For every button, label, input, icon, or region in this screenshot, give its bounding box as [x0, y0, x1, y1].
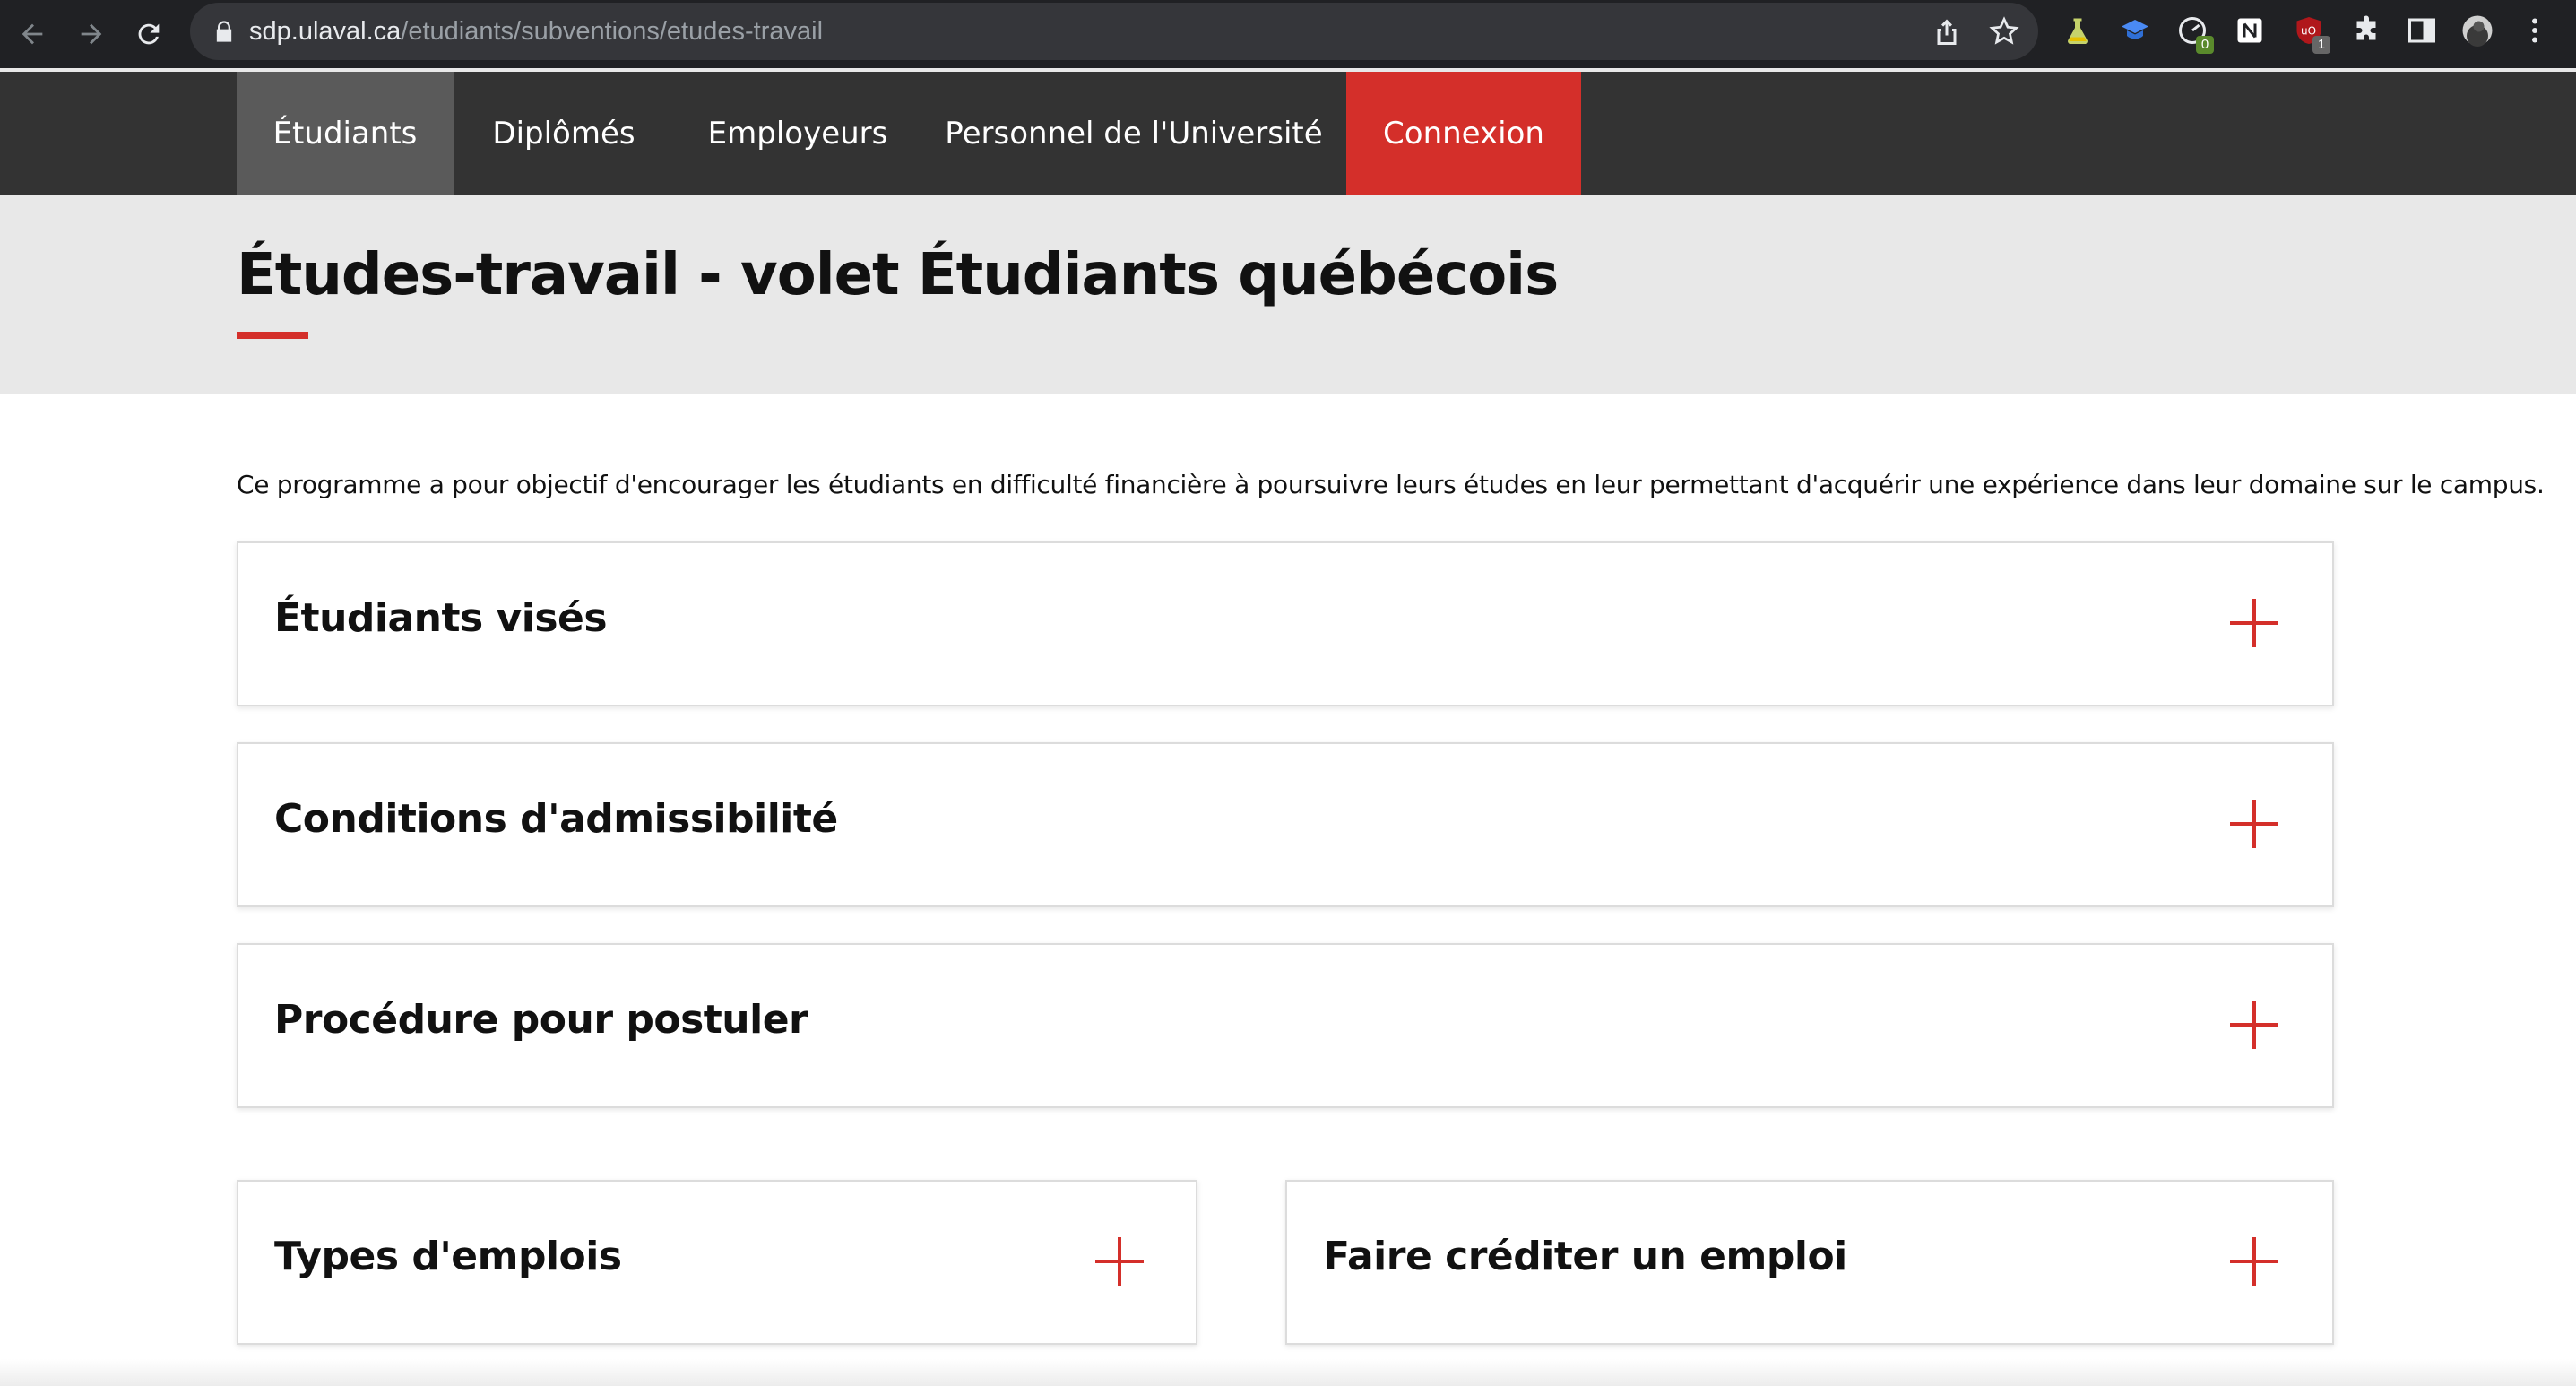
accordion-conditions[interactable]: Conditions d'admissibilité [237, 742, 2334, 907]
accordion-etudiants-vises[interactable]: Étudiants visés [237, 541, 2334, 706]
reload-icon [138, 23, 160, 45]
accordion-procedure[interactable]: Procédure pour postuler [237, 943, 2334, 1108]
accordion-types-emplois[interactable]: Types d'emplois [237, 1180, 1197, 1345]
login-button[interactable]: Connexion [1346, 72, 1581, 195]
graduation-cap-extension-icon[interactable] [2117, 13, 2153, 48]
page-bottom-shadow [0, 1359, 2576, 1386]
nav-item-employeurs[interactable]: Employeurs [674, 72, 921, 195]
share-icon[interactable] [1931, 15, 1963, 48]
url-text: sdp.ulaval.ca/etudiants/subventions/etud… [249, 17, 824, 46]
page-header: Études-travail - volet Étudiants québéco… [0, 195, 2576, 394]
plus-icon[interactable] [2230, 599, 2278, 647]
title-accent-bar [237, 332, 308, 339]
forward-button[interactable] [68, 11, 115, 57]
reload-button[interactable] [125, 11, 172, 57]
extension-badge: 1 [2312, 36, 2330, 54]
extension-badge: 0 [2196, 36, 2214, 54]
accordion-title: Conditions d'admissibilité [274, 796, 838, 842]
arrow-left-icon [22, 23, 43, 45]
more-menu-icon[interactable] [2517, 13, 2553, 48]
lock-icon [216, 21, 232, 42]
nav-item-diplomes[interactable]: Diplômés [454, 72, 674, 195]
accordion-title: Faire créditer un emploi [1323, 1234, 1847, 1279]
intro-text: Ce programme a pour objectif d'encourage… [237, 470, 2545, 499]
back-button[interactable] [9, 11, 56, 57]
ublock-extension-icon[interactable]: uO 1 [2291, 13, 2330, 54]
gauge-extension-icon[interactable]: 0 [2174, 13, 2214, 54]
nav-item-etudiants[interactable]: Étudiants [237, 72, 454, 195]
accordion-title: Procédure pour postuler [274, 997, 808, 1043]
browser-toolbar: sdp.ulaval.ca/etudiants/subventions/etud… [0, 0, 2576, 70]
plus-icon[interactable] [2230, 1237, 2278, 1286]
accordion-title: Étudiants visés [274, 595, 608, 641]
flask-extension-icon[interactable] [2060, 13, 2096, 48]
puzzle-extensions-icon[interactable] [2348, 13, 2384, 48]
profile-avatar-icon[interactable] [2459, 13, 2495, 48]
plus-icon[interactable] [2230, 800, 2278, 848]
plus-icon[interactable] [1095, 1237, 1144, 1286]
bookmark-star-icon[interactable] [1988, 15, 2020, 48]
side-panel-icon[interactable] [2404, 13, 2440, 48]
site-navigation: Étudiants Diplômés Employeurs Personnel … [0, 72, 2576, 195]
nav-item-personnel[interactable]: Personnel de l'Université [921, 72, 1346, 195]
plus-icon[interactable] [2230, 1001, 2278, 1049]
address-bar[interactable]: sdp.ulaval.ca/etudiants/subventions/etud… [190, 3, 2038, 60]
accordion-crediter-emploi[interactable]: Faire créditer un emploi [1285, 1180, 2334, 1345]
arrow-right-icon [81, 23, 102, 45]
notion-extension-icon[interactable] [2232, 13, 2268, 48]
page-title: Études-travail - volet Étudiants québéco… [237, 242, 1559, 308]
accordion-title: Types d'emplois [274, 1234, 622, 1279]
